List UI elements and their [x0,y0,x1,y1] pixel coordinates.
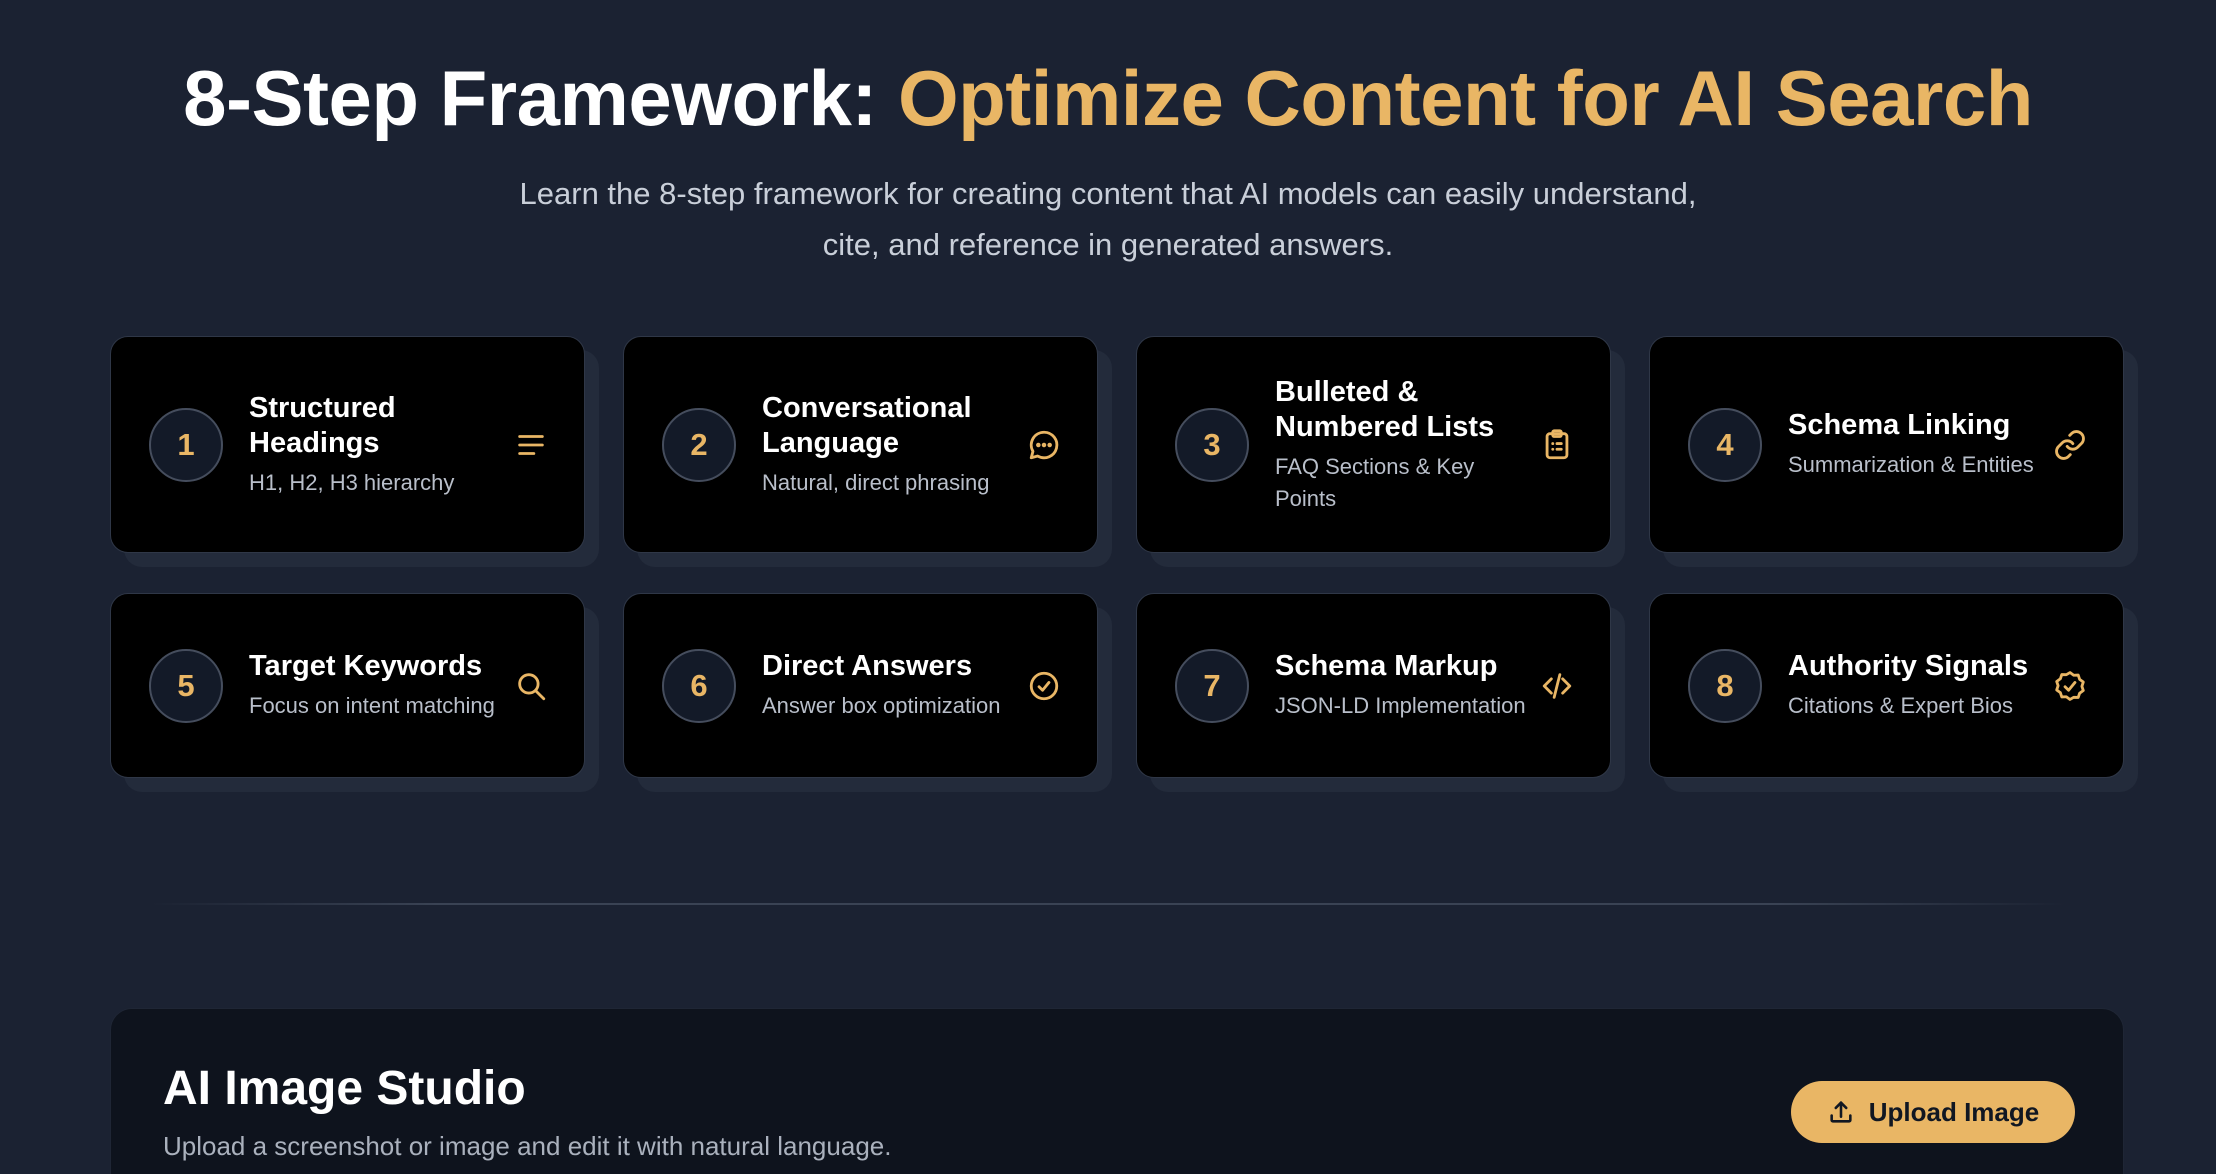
step-card-2[interactable]: 2 Conversational Language Natural, direc… [623,336,1098,553]
step-card-8[interactable]: 8 Authority Signals Citations & Expert B… [1649,593,2124,778]
step-description: Citations & Expert Bios [1788,693,2013,718]
step-card-4[interactable]: 4 Schema Linking Summarization & Entitie… [1649,336,2124,553]
page-subtitle: Learn the 8-step framework for creating … [519,175,1697,262]
step-description: H1, H2, H3 hierarchy [249,469,455,495]
search-icon [514,669,548,703]
step-card-6[interactable]: 6 Direct Answers Answer box optimization [623,593,1098,778]
step-title: Target Keywords [249,650,483,682]
page-title-accent: Optimize Content for AI Search [897,54,2033,142]
upload-image-button[interactable]: Upload Image [1791,1081,2075,1143]
step-number: 6 [662,648,736,723]
step-description: Summarization & Entities [1788,452,2034,477]
studio-subtitle: Upload a screenshot or image and edit it… [163,1131,892,1161]
step-number: 3 [1175,407,1249,482]
step-description: Answer box optimization [762,693,1001,718]
step-number: 1 [149,407,223,482]
step-number: 7 [1175,648,1249,723]
align-left-icon [514,428,548,462]
step-title: Schema Linking [1788,409,2011,441]
step-number: 8 [1688,648,1762,723]
step-title: Schema Markup [1275,650,1498,682]
link-icon [2053,428,2087,462]
step-title: Authority Signals [1788,650,2029,682]
upload-image-label: Upload Image [1868,1096,2040,1127]
step-title: Structured Headings [249,391,396,459]
step-card-7[interactable]: 7 Schema Markup JSON-LD Implementation [1136,593,1611,778]
step-description: Natural, direct phrasing [762,469,990,495]
step-number: 4 [1688,407,1762,482]
page-title-main: 8-Step Framework: [183,54,898,142]
clipboard-list-icon [1540,428,1574,462]
steps-grid: 1 Structured Headings H1, H2, H3 hierarc… [110,336,2124,553]
page-title: 8-Step Framework: Optimize Content for A… [0,52,2216,146]
steps-grid-row-2: 5 Target Keywords Focus on intent matchi… [110,593,2124,778]
step-title: Bulleted & Numbered Lists [1275,375,1495,443]
step-description: FAQ Sections & Key Points [1275,453,1475,511]
ai-image-studio-panel: AI Image Studio Upload a screenshot or i… [110,1008,2124,1174]
upload-icon [1830,1101,1852,1123]
step-card-3[interactable]: 3 Bulleted & Numbered Lists FAQ Sections… [1136,336,1611,553]
step-card-5[interactable]: 5 Target Keywords Focus on intent matchi… [110,593,585,778]
code-icon [1540,669,1574,703]
page: 8-Step Framework: Optimize Content for A… [0,0,2216,1174]
step-description: Focus on intent matching [249,693,495,718]
step-title: Direct Answers [762,650,973,682]
step-number: 2 [662,407,736,482]
section-divider [150,903,2066,905]
hero: 8-Step Framework: Optimize Content for A… [0,0,2216,270]
step-title: Conversational Language [762,391,972,459]
step-card-1[interactable]: 1 Structured Headings H1, H2, H3 hierarc… [110,336,585,553]
check-circle-icon [1027,669,1061,703]
badge-check-icon [2053,669,2087,703]
chat-bubble-icon [1027,428,1061,462]
studio-title: AI Image Studio [163,1062,526,1115]
step-number: 5 [149,648,223,723]
step-description: JSON-LD Implementation [1275,693,1526,718]
